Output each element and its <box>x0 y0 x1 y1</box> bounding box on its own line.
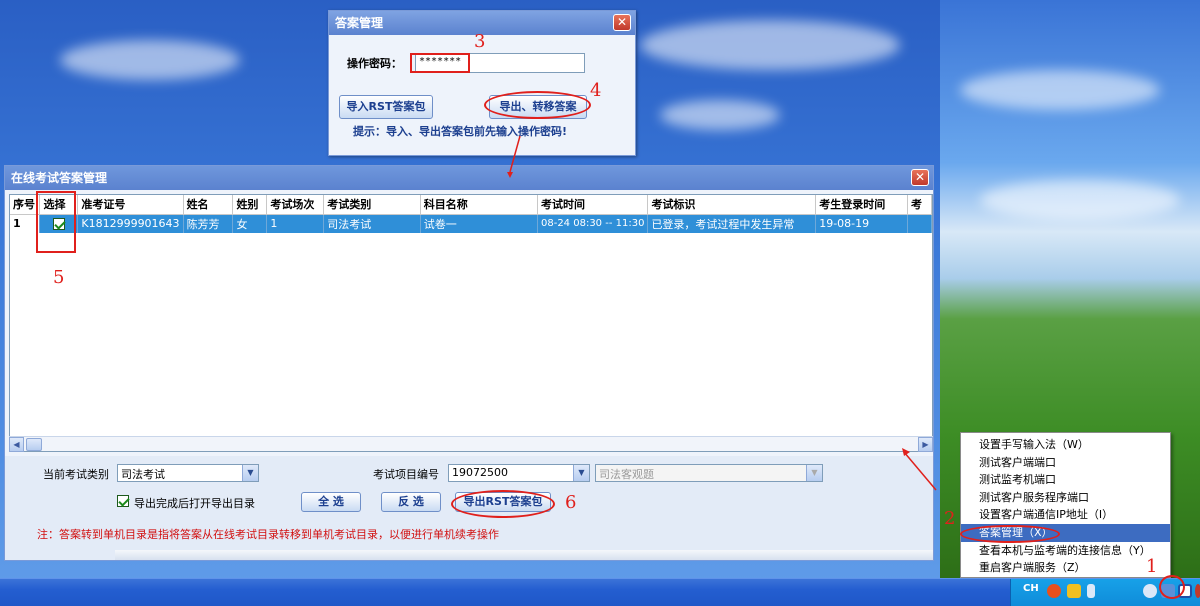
annotation-number-1: 1 <box>1146 556 1158 577</box>
menu-item-test-service-port[interactable]: 测试客户服务程序端口 <box>961 489 1170 507</box>
row-time: 08-24 08:30 -- 11:30 <box>537 214 649 233</box>
column-header-gender[interactable]: 姓别 <box>232 195 268 215</box>
project-name-value: 司法客观题 <box>599 468 654 481</box>
row-more <box>907 214 932 233</box>
tray-context-menu: 设置手写输入法（W） 测试客户端端口 测试监考机端口 测试客户服务程序端口 设置… <box>960 432 1171 578</box>
row-gender: 女 <box>232 214 268 233</box>
keyboard-icon[interactable] <box>1087 584 1095 598</box>
taskbar: CH <box>0 578 1200 606</box>
status-strip <box>115 550 933 560</box>
category-select[interactable]: 司法考试 ▼ <box>117 464 259 482</box>
column-header-flag[interactable]: 考试标识 <box>647 195 817 215</box>
chevron-left-icon[interactable] <box>1143 584 1157 598</box>
chevron-down-icon: ▼ <box>806 465 822 481</box>
horizontal-scrollbar[interactable]: ◀ ▶ <box>9 436 933 452</box>
invert-selection-button[interactable]: 反 选 <box>381 492 441 512</box>
menu-item-restart-service[interactable]: 重启客户端服务（Z） <box>961 559 1170 577</box>
column-header-more[interactable]: 考 <box>907 195 932 215</box>
row-flag: 已登录，考试过程中发生异常 <box>647 214 817 233</box>
note-text: 注：答案转到单机目录是指将答案从在线考试目录转移到单机考试目录，以便进行单机续考… <box>37 528 499 541</box>
open-after-export-label[interactable]: 导出完成后打开导出目录 <box>134 495 255 511</box>
row-session: 1 <box>266 214 325 233</box>
project-select-value: 19072500 <box>452 466 508 479</box>
menu-item-handwriting[interactable]: 设置手写输入法（W） <box>961 436 1170 454</box>
open-after-export-checkbox[interactable] <box>117 495 129 507</box>
row-category: 司法考试 <box>323 214 421 233</box>
annotation-ellipse-menu <box>960 525 1060 543</box>
chevron-down-icon[interactable]: ▼ <box>573 465 589 481</box>
language-indicator[interactable]: CH <box>1023 583 1039 594</box>
cloud <box>980 180 1180 220</box>
cloud <box>660 100 780 130</box>
menu-item-set-client-ip[interactable]: 设置客户端通信IP地址（I） <box>961 506 1170 524</box>
scroll-left-icon[interactable]: ◀ <box>9 437 24 452</box>
menu-item-test-proctor-port[interactable]: 测试监考机端口 <box>961 471 1170 489</box>
close-icon[interactable]: ✕ <box>613 14 631 31</box>
table-row[interactable]: 1 K1812999901643 陈芳芳 女 1 司法考试 试卷一 08-24 … <box>10 214 932 233</box>
select-all-button[interactable]: 全 选 <box>301 492 361 512</box>
column-header-name[interactable]: 姓名 <box>183 195 234 215</box>
scroll-right-icon[interactable]: ▶ <box>918 437 933 452</box>
annotation-number-3: 3 <box>474 31 486 52</box>
row-exam-no: K1812999901643 <box>77 214 184 233</box>
row-login-time: 19-08-19 <box>815 214 908 233</box>
cloud <box>640 20 900 70</box>
grid-header-row: 序号 选择 准考证号 姓名 姓别 考试场次 考试类别 科目名称 考试时间 考试标… <box>10 195 932 215</box>
column-header-login-time[interactable]: 考生登录时间 <box>815 195 908 215</box>
column-header-session[interactable]: 考试场次 <box>266 195 325 215</box>
answer-grid: 序号 选择 准考证号 姓名 姓别 考试场次 考试类别 科目名称 考试时间 考试标… <box>9 194 933 452</box>
annotation-ellipse-export <box>484 91 591 119</box>
annotation-number-5: 5 <box>53 267 65 288</box>
cloud <box>960 70 1160 110</box>
input-method-icon[interactable] <box>1047 584 1061 598</box>
annotation-box-password <box>410 53 470 73</box>
window-titlebar[interactable]: 在线考试答案管理 ✕ <box>5 166 933 190</box>
column-header-subject[interactable]: 科目名称 <box>420 195 538 215</box>
password-label: 操作密码： <box>347 57 402 70</box>
project-select[interactable]: 19072500 ▼ <box>448 464 590 482</box>
column-header-category[interactable]: 考试类别 <box>323 195 421 215</box>
dialog-title: 答案管理 <box>335 16 384 30</box>
annotation-number-6: 6 <box>565 492 577 513</box>
category-label: 当前考试类别 <box>43 468 109 481</box>
scroll-thumb[interactable] <box>26 438 42 451</box>
annotation-ellipse-export-rst <box>451 490 555 518</box>
project-name-select: 司法客观题 ▼ <box>595 464 823 482</box>
help-icon[interactable] <box>1067 584 1081 598</box>
annotation-number-4: 4 <box>590 80 602 101</box>
menu-item-connection-info[interactable]: 查看本机与监考端的连接信息（Y） <box>961 542 1170 560</box>
cloud <box>60 40 240 80</box>
project-label: 考试项目编号 <box>373 468 439 481</box>
window-title: 在线考试答案管理 <box>11 171 108 185</box>
category-select-value: 司法考试 <box>121 468 165 481</box>
annotation-box-select <box>36 191 76 253</box>
column-header-time[interactable]: 考试时间 <box>537 195 649 215</box>
row-subject: 试卷一 <box>420 214 538 233</box>
import-rst-button[interactable]: 导入RST答案包 <box>339 95 433 119</box>
close-icon[interactable]: ✕ <box>911 169 929 186</box>
annotation-ellipse-tray <box>1159 575 1185 599</box>
close-icon[interactable] <box>1195 584 1200 598</box>
row-name: 陈芳芳 <box>183 214 234 233</box>
chevron-down-icon[interactable]: ▼ <box>242 465 258 481</box>
menu-item-test-client-port[interactable]: 测试客户端端口 <box>961 454 1170 472</box>
hint-text: 提示：导入、导出答案包前先输入操作密码! <box>353 125 568 138</box>
column-header-exam-no[interactable]: 准考证号 <box>77 195 184 215</box>
annotation-number-2: 2 <box>944 508 956 529</box>
